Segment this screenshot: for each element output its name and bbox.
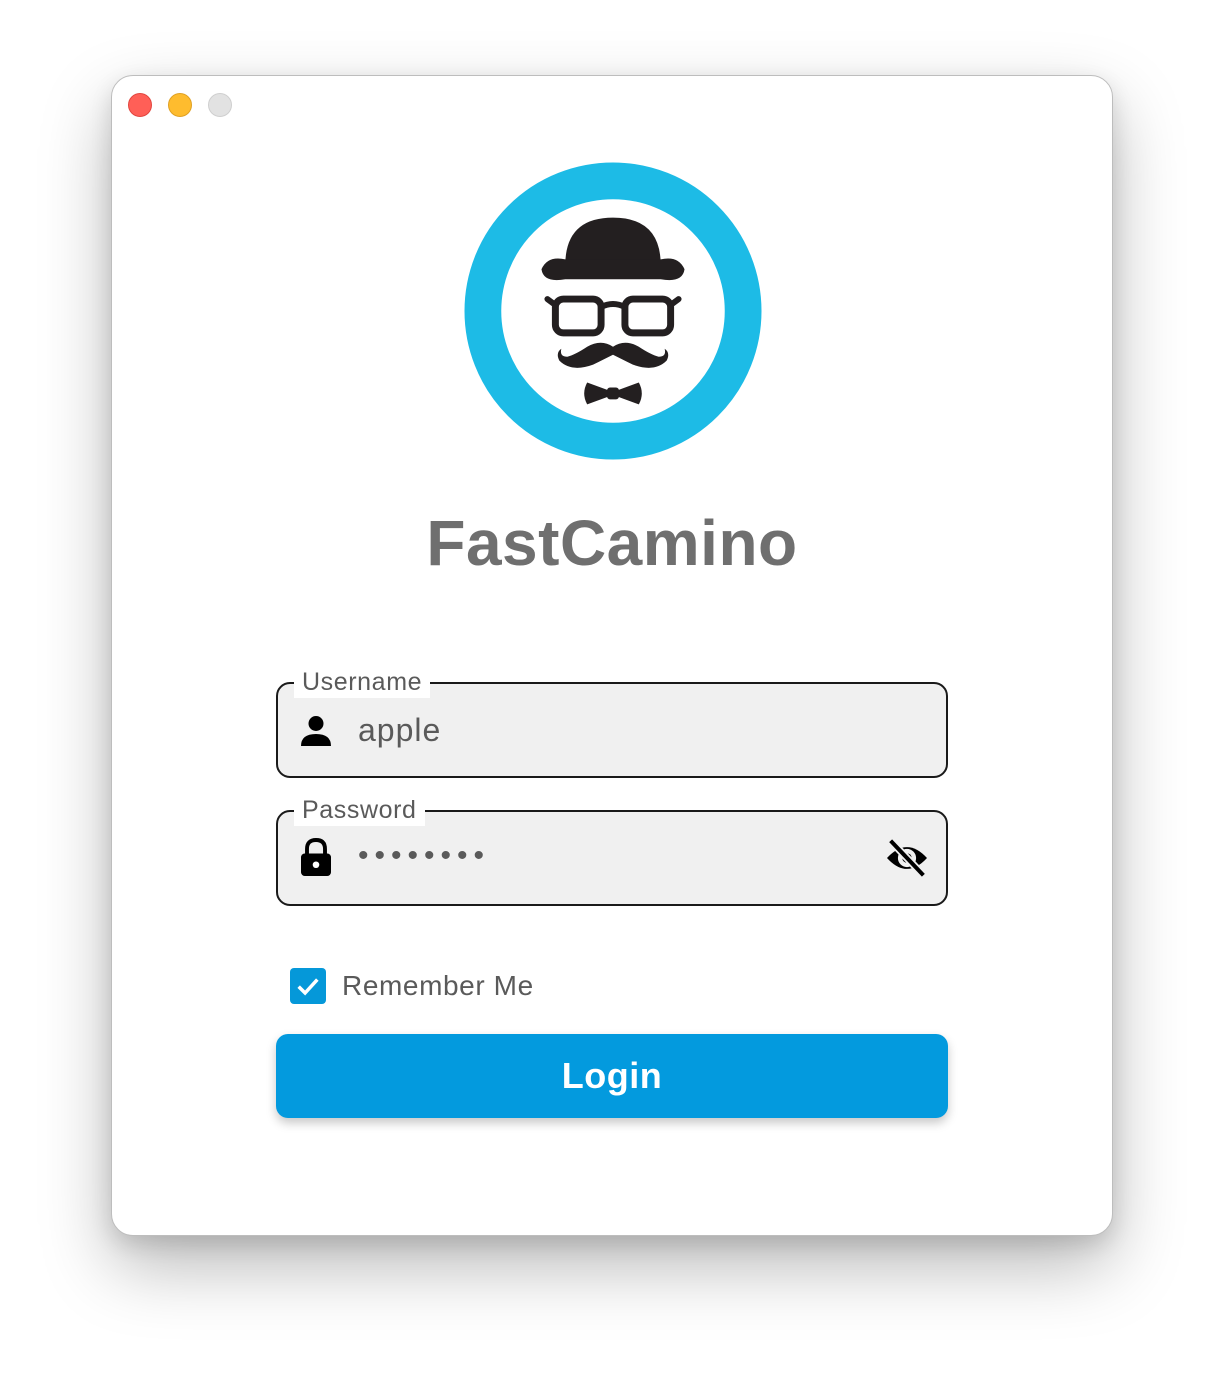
login-window: FastCamino Username apple Password •••••…: [111, 75, 1113, 1236]
maximize-window-button[interactable]: [208, 93, 232, 117]
username-field[interactable]: Username apple: [276, 666, 948, 778]
remember-me-checkbox[interactable]: [290, 968, 326, 1004]
username-label: Username: [294, 666, 431, 698]
eye-off-icon[interactable]: [884, 838, 930, 878]
person-icon: [301, 716, 331, 746]
login-button[interactable]: Login: [276, 1034, 948, 1118]
app-title: FastCamino: [426, 507, 798, 579]
password-label: Password: [294, 794, 425, 826]
screen: FastCamino Username apple Password •••••…: [0, 0, 1224, 1384]
username-value[interactable]: apple: [358, 710, 441, 750]
password-field[interactable]: Password ••••••••: [276, 794, 948, 906]
app-logo: [464, 162, 762, 460]
close-window-button[interactable]: [128, 93, 152, 117]
checkmark-icon: [297, 978, 319, 996]
remember-me-label: Remember Me: [342, 970, 534, 1001]
minimize-window-button[interactable]: [168, 93, 192, 117]
window-controls: [128, 93, 232, 117]
remember-me[interactable]: Remember Me: [290, 968, 534, 1004]
lock-icon: [301, 838, 331, 876]
password-value[interactable]: ••••••••: [358, 836, 490, 876]
